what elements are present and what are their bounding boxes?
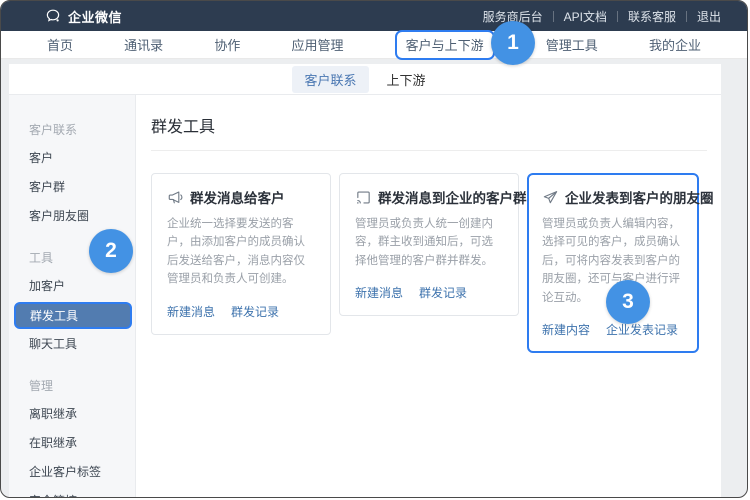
sidebar-item-bulk-message-tool[interactable]: 群发工具 — [14, 302, 132, 329]
nav-item-collaboration[interactable]: 协作 — [214, 35, 240, 54]
nav-item-customers[interactable]: 客户与上下游 — [406, 38, 484, 53]
card-bulk-message-to-customers: 群发消息给客户 企业统一选择要发送的客户，由添加客户的成员确认后发送给客户，消息… — [151, 173, 331, 335]
card-actions: 新建消息 群发记录 — [355, 284, 503, 301]
annotation-badge-1: 1 — [491, 21, 535, 65]
sidebar-item-chat-tools[interactable]: 聊天工具 — [9, 330, 135, 359]
sidebar-group-management: 管理 — [9, 367, 135, 400]
broadcast-icon — [355, 189, 372, 206]
topbar: 企业微信 服务商后台 API文档 联系客服 退出 — [1, 1, 747, 31]
card-actions: 新建消息 群发记录 — [167, 303, 315, 320]
divider — [151, 150, 707, 151]
new-message-link[interactable]: 新建消息 — [355, 284, 403, 301]
card-title: 群发消息到企业的客户群 — [378, 187, 527, 207]
nav-item-my-company[interactable]: 我的企业 — [649, 35, 701, 54]
sidebar-item-customer-groups[interactable]: 客户群 — [9, 173, 135, 202]
card-title: 企业发表到客户的朋友圈 — [565, 187, 714, 207]
brand[interactable]: 企业微信 — [45, 7, 122, 26]
sidebar: 客户联系 客户 客户群 客户朋友圈 工具 加客户 群发工具 聊天工具 管理 离职… — [9, 95, 136, 497]
publish-history-link[interactable]: 企业发表记录 — [606, 321, 678, 338]
card-header: 群发消息给客户 — [167, 187, 315, 207]
nav-item-contacts[interactable]: 通讯录 — [124, 35, 163, 54]
nav-item-admin-tools[interactable]: 管理工具 — [546, 35, 598, 54]
new-message-link[interactable]: 新建消息 — [167, 303, 215, 320]
logout-link[interactable]: 退出 — [687, 8, 731, 25]
sidebar-item-active-handover[interactable]: 在职继承 — [9, 429, 135, 458]
card-title: 群发消息给客户 — [190, 187, 285, 207]
app-window: 企业微信 服务商后台 API文档 联系客服 退出 首页 通讯录 协作 应用管理 … — [0, 0, 748, 498]
brand-label: 企业微信 — [68, 7, 122, 26]
annotation-badge-3: 3 — [606, 280, 650, 324]
tab-customer-contact[interactable]: 客户联系 — [292, 66, 368, 93]
tab-upstream-downstream[interactable]: 上下游 — [375, 66, 438, 93]
api-docs-link[interactable]: API文档 — [554, 8, 617, 25]
sidebar-item-customers[interactable]: 客户 — [9, 144, 135, 173]
card-description: 企业统一选择要发送的客户，由添加客户的成员确认后发送给客户，消息内容仅管理员和负… — [167, 215, 315, 289]
sidebar-item-security-control[interactable]: 安全管控 — [9, 487, 135, 498]
tool-cards: 群发消息给客户 企业统一选择要发送的客户，由添加客户的成员确认后发送给客户，消息… — [151, 173, 707, 353]
wework-logo-icon — [45, 8, 61, 24]
bulk-send-history-link[interactable]: 群发记录 — [231, 303, 279, 320]
contact-support-link[interactable]: 联系客服 — [618, 8, 686, 25]
subtab-bar: 客户联系 上下游 — [9, 64, 721, 95]
card-header: 群发消息到企业的客户群 — [355, 187, 503, 207]
nav-item-home[interactable]: 首页 — [47, 35, 73, 54]
card-header: 企业发表到客户的朋友圈 — [542, 187, 684, 207]
content-block: 客户联系 上下游 客户联系 客户 客户群 客户朋友圈 工具 加客户 群发工具 聊… — [9, 64, 721, 497]
card-actions: 新建内容 企业发表记录 — [542, 321, 684, 338]
new-content-link[interactable]: 新建内容 — [542, 321, 590, 338]
card-publish-to-customer-moments: 企业发表到客户的朋友圈 管理员或负责人编辑内容，选择可见的客户，成员确认后，可将… — [527, 173, 699, 353]
sidebar-group-customer-contact: 客户联系 — [9, 111, 135, 144]
sidebar-item-customer-tags[interactable]: 企业客户标签 — [9, 458, 135, 487]
nav-item-customers-annotation-box[interactable]: 客户与上下游 — [395, 30, 495, 60]
megaphone-icon — [167, 189, 184, 206]
sidebar-item-resigned-handover[interactable]: 离职继承 — [9, 400, 135, 429]
sidebar-item-customer-moments[interactable]: 客户朋友圈 — [9, 202, 135, 231]
bulk-send-history-link[interactable]: 群发记录 — [419, 284, 467, 301]
card-description: 管理员或负责人统一创建内容，群主收到通知后，可选择他管理的客户群并群发。 — [355, 215, 503, 270]
main-nav: 首页 通讯录 协作 应用管理 客户与上下游 管理工具 我的企业 — [1, 31, 747, 59]
sidebar-item-add-customer[interactable]: 加客户 — [9, 272, 135, 301]
nav-item-app-management[interactable]: 应用管理 — [291, 35, 343, 54]
annotation-badge-2: 2 — [89, 229, 133, 273]
page-title: 群发工具 — [151, 113, 707, 137]
card-bulk-message-to-customer-groups: 群发消息到企业的客户群 管理员或负责人统一创建内容，群主收到通知后，可选择他管理… — [339, 173, 519, 316]
paper-plane-icon — [542, 189, 559, 206]
